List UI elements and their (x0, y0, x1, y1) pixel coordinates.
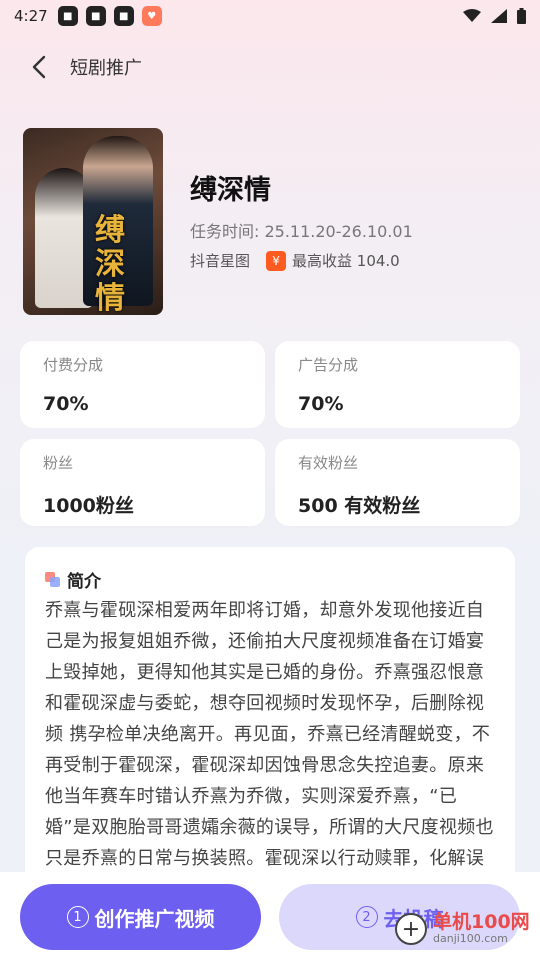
max-income: 最高收益 104.0 (292, 252, 400, 270)
watermark-sub: danji100.com (433, 932, 508, 945)
drama-meta: 抖音星图 ¥ 最高收益 104.0 (190, 250, 400, 271)
drama-cover: 缚深情 (23, 128, 163, 315)
app-notification-icon: ■ (85, 6, 106, 26)
stat-value: 70% (298, 393, 344, 415)
status-time: 4:27 (14, 7, 48, 25)
stat-label: 广告分成 (298, 356, 359, 374)
stat-label: 付费分成 (43, 356, 104, 374)
app-notification-icon: ♥ (141, 6, 162, 26)
wifi-icon (463, 9, 481, 22)
watermark-main: 单机100网 (433, 911, 530, 933)
drama-title: 缚深情 (190, 175, 271, 206)
system-status (463, 8, 526, 24)
cover-title: 缚深情 (95, 213, 125, 316)
stat-card-ad-share: 广告分成 70% (275, 341, 520, 428)
stat-label: 粉丝 (43, 454, 74, 472)
stat-value: 1000粉丝 (43, 495, 134, 517)
watermark: + 单机100网 danji100.com (395, 912, 530, 946)
platform-label: 抖音星图 (190, 252, 251, 270)
back-button[interactable] (16, 44, 62, 90)
intro-icon (45, 571, 61, 588)
stat-label: 有效粉丝 (298, 454, 359, 472)
stat-card-paid-share: 付费分成 70% (20, 341, 265, 428)
button-label: 创作推广视频 (94, 906, 215, 931)
signal-icon (491, 9, 507, 23)
stat-value: 500 有效粉丝 (298, 495, 421, 517)
step-number: 1 (66, 906, 89, 928)
yuan-icon: ¥ (266, 250, 287, 271)
page-title: 短剧推广 (70, 58, 142, 79)
app-notification-icon: ■ (57, 6, 78, 26)
battery-icon (517, 8, 526, 24)
create-promo-video-button[interactable]: 1 创作推广视频 (20, 884, 261, 950)
watermark-logo-icon: + (395, 913, 427, 945)
task-time: 任务时间: 25.11.20-26.10.01 (190, 222, 413, 241)
stat-card-fans: 粉丝 1000粉丝 (20, 439, 265, 526)
step-number: 2 (355, 906, 378, 928)
intro-card: 简介 乔熹与霍砚深相爱两年即将订婚，却意外发现他接近自己是为报复姐姐乔微，还偷拍… (25, 547, 515, 927)
intro-title: 简介 (67, 572, 101, 592)
intro-text: 乔熹与霍砚深相爱两年即将订婚，却意外发现他接近自己是为报复姐姐乔微，还偷拍大尺度… (45, 600, 494, 869)
intro-header: 简介 (45, 567, 101, 592)
top-nav: 短剧推广 (0, 44, 540, 90)
stat-value: 70% (43, 393, 89, 415)
chevron-left-icon (32, 55, 46, 79)
app-notification-icon: ■ (113, 6, 134, 26)
status-bar: 4:27 ■ ■ ■ ♥ (0, 0, 540, 32)
stat-card-valid-fans: 有效粉丝 500 有效粉丝 (275, 439, 520, 526)
